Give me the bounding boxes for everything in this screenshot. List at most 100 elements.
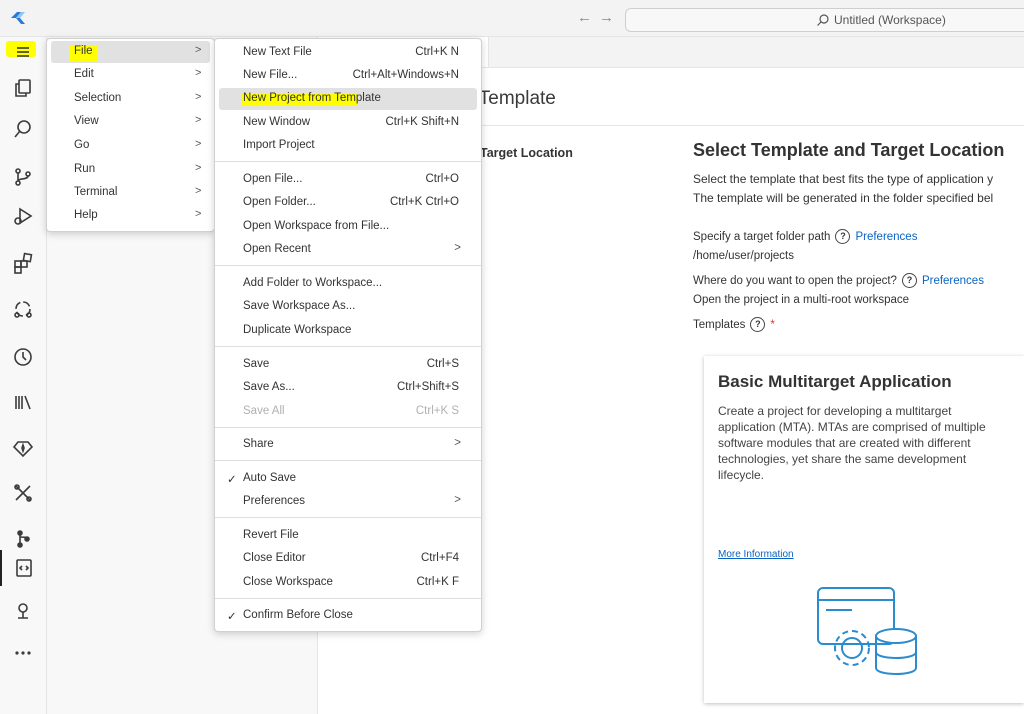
menu-item-view[interactable]: View > bbox=[51, 111, 210, 133]
help-icon[interactable]: ? bbox=[835, 229, 851, 244]
menu-separator bbox=[215, 427, 481, 428]
menu-item-help[interactable]: Help > bbox=[51, 205, 210, 227]
nav-forward-icon[interactable]: → bbox=[599, 9, 614, 26]
menu-item-label: Close Editor bbox=[243, 552, 306, 564]
source-control-button[interactable] bbox=[0, 159, 46, 195]
keyboard-shortcut: Ctrl+K S bbox=[415, 405, 459, 417]
menu-item-duplicate-workspace[interactable]: Duplicate Workspace bbox=[219, 320, 477, 342]
menu-item-label: Go bbox=[74, 139, 90, 151]
files-icon bbox=[15, 79, 31, 97]
menu-item-label: Help bbox=[74, 209, 98, 221]
menu-item-label: Close Workspace bbox=[243, 576, 333, 588]
library-button[interactable] bbox=[0, 384, 46, 420]
extensions-icon bbox=[14, 252, 33, 274]
menu-item-add-folder[interactable]: Add Folder to Workspace... bbox=[219, 273, 477, 295]
menu-separator bbox=[215, 265, 481, 266]
menu-item-label: Revert File bbox=[243, 529, 299, 541]
template-card-basic-mta[interactable]: Basic Multitarget Application Create a p… bbox=[704, 356, 1024, 703]
menu-item-label: Selection bbox=[74, 92, 122, 104]
remote-explorer-button[interactable] bbox=[0, 291, 46, 327]
menu-item-close-workspace[interactable]: Close Workspace Ctrl+K F bbox=[219, 572, 477, 594]
template-wizard-button[interactable] bbox=[0, 550, 46, 586]
menu-item-new-file[interactable]: New File... Ctrl+Alt+Windows+N bbox=[219, 65, 477, 87]
git-graph-icon bbox=[17, 530, 30, 548]
remote-explorer-icon bbox=[14, 301, 32, 318]
target-folder-value[interactable]: /home/user/projects bbox=[693, 250, 1024, 262]
menu-item-open-recent[interactable]: Open Recent > bbox=[219, 239, 477, 261]
menu-item-label: Open Folder... bbox=[243, 196, 316, 208]
source-control-icon bbox=[15, 168, 31, 186]
keyboard-shortcut: Ctrl+K N bbox=[415, 46, 459, 58]
menu-item-save[interactable]: Save Ctrl+S bbox=[219, 354, 477, 376]
templates-label: Templates bbox=[693, 318, 746, 331]
menu-item-revert-file[interactable]: Revert File bbox=[219, 525, 477, 547]
menu-item-label: Share bbox=[243, 438, 274, 450]
menu-item-preferences[interactable]: Preferences > bbox=[219, 491, 477, 513]
menu-item-save-workspace-as[interactable]: Save Workspace As... bbox=[219, 296, 477, 318]
tools-button[interactable] bbox=[0, 475, 46, 511]
chevron-right-icon: > bbox=[195, 91, 202, 103]
menu-item-auto-save[interactable]: ✓ Auto Save bbox=[219, 468, 477, 490]
menu-item-label: Open Recent bbox=[243, 243, 311, 255]
menu-item-label: Preferences bbox=[243, 495, 306, 507]
keyboard-shortcut: Ctrl+K Ctrl+O bbox=[389, 196, 459, 208]
menu-item-close-editor[interactable]: Close Editor Ctrl+F4 bbox=[219, 548, 477, 570]
checkmark-icon: ✓ bbox=[227, 474, 237, 486]
app-database-illustration-icon bbox=[817, 587, 917, 675]
menu-item-go[interactable]: Go > bbox=[51, 135, 210, 157]
menu-item-confirm-before-close[interactable]: ✓ Confirm Before Close bbox=[219, 605, 477, 627]
step-label[interactable]: Target Location bbox=[480, 146, 573, 160]
menu-item-open-file[interactable]: Open File... Ctrl+O bbox=[219, 169, 477, 191]
menu-item-terminal[interactable]: Terminal > bbox=[51, 182, 210, 204]
menu-item-run[interactable]: Run > bbox=[51, 159, 210, 181]
preferences-link[interactable]: Preferences bbox=[922, 275, 984, 287]
deploy-button[interactable] bbox=[0, 593, 46, 629]
menu-item-new-text-file[interactable]: New Text File Ctrl+K N bbox=[219, 42, 477, 64]
explorer-button[interactable] bbox=[0, 70, 46, 106]
menu-item-share[interactable]: Share > bbox=[219, 434, 477, 456]
keyboard-shortcut: Ctrl+S bbox=[426, 358, 459, 370]
help-icon[interactable]: ? bbox=[901, 273, 917, 288]
extensions-button[interactable] bbox=[0, 245, 46, 281]
diamond-button[interactable] bbox=[0, 430, 46, 466]
nav-back-icon[interactable]: ← bbox=[577, 9, 592, 26]
menu-item-label: Save Workspace As... bbox=[243, 300, 356, 312]
open-where-value[interactable]: Open the project in a multi-root workspa… bbox=[693, 294, 1024, 306]
menu-item-selection[interactable]: Selection > bbox=[51, 88, 210, 110]
timeline-icon bbox=[14, 348, 32, 366]
panel-desc-line-2: The template will be generated in the fo… bbox=[693, 191, 994, 205]
chevron-right-icon: > bbox=[195, 208, 202, 220]
menu-item-open-folder[interactable]: Open Folder... Ctrl+K Ctrl+O bbox=[219, 192, 477, 214]
menu-item-label: Save All bbox=[243, 405, 285, 417]
search-icon bbox=[14, 120, 31, 138]
preferences-link[interactable]: Preferences bbox=[855, 231, 917, 243]
target-folder-label: Specify a target folder path bbox=[693, 230, 831, 243]
menu-button[interactable] bbox=[0, 34, 46, 70]
help-icon[interactable]: ? bbox=[750, 317, 766, 332]
menu-item-label: Run bbox=[74, 163, 96, 175]
diamond-icon bbox=[12, 441, 34, 458]
command-center-search[interactable]: Untitled (Workspace) bbox=[625, 8, 1024, 32]
menu-item-new-window[interactable]: New Window Ctrl+K Shift+N bbox=[219, 112, 477, 134]
more-information-link[interactable]: More Information bbox=[718, 549, 794, 560]
menu-item-file[interactable]: File > bbox=[51, 41, 210, 63]
menu-item-save-as[interactable]: Save As... Ctrl+Shift+S bbox=[219, 377, 477, 399]
main-menu: File > Edit > Selection > View > Go > Run > T… bbox=[46, 38, 215, 232]
chevron-right-icon: > bbox=[195, 67, 202, 79]
timeline-button[interactable] bbox=[0, 339, 46, 375]
panel-description: Select the template that best fits the t… bbox=[693, 170, 1024, 208]
menu-item-import-project[interactable]: Import Project bbox=[219, 135, 477, 157]
search-button[interactable] bbox=[0, 111, 46, 147]
run-debug-button[interactable] bbox=[0, 198, 46, 234]
menu-item-open-workspace[interactable]: Open Workspace from File... bbox=[219, 216, 477, 238]
menu-item-new-project-from-template[interactable]: New Project from Template bbox=[219, 88, 477, 110]
menu-item-save-all: Save All Ctrl+K S bbox=[219, 401, 477, 423]
workspace-title: Untitled (Workspace) bbox=[834, 13, 946, 27]
menu-item-label: Save As... bbox=[243, 381, 295, 393]
more-button[interactable] bbox=[0, 635, 46, 671]
chevron-right-icon: > bbox=[454, 242, 461, 254]
menu-item-label: Save bbox=[243, 358, 270, 370]
chevron-right-icon: > bbox=[195, 138, 202, 150]
menu-item-label: View bbox=[74, 115, 99, 127]
menu-item-edit[interactable]: Edit > bbox=[51, 64, 210, 86]
